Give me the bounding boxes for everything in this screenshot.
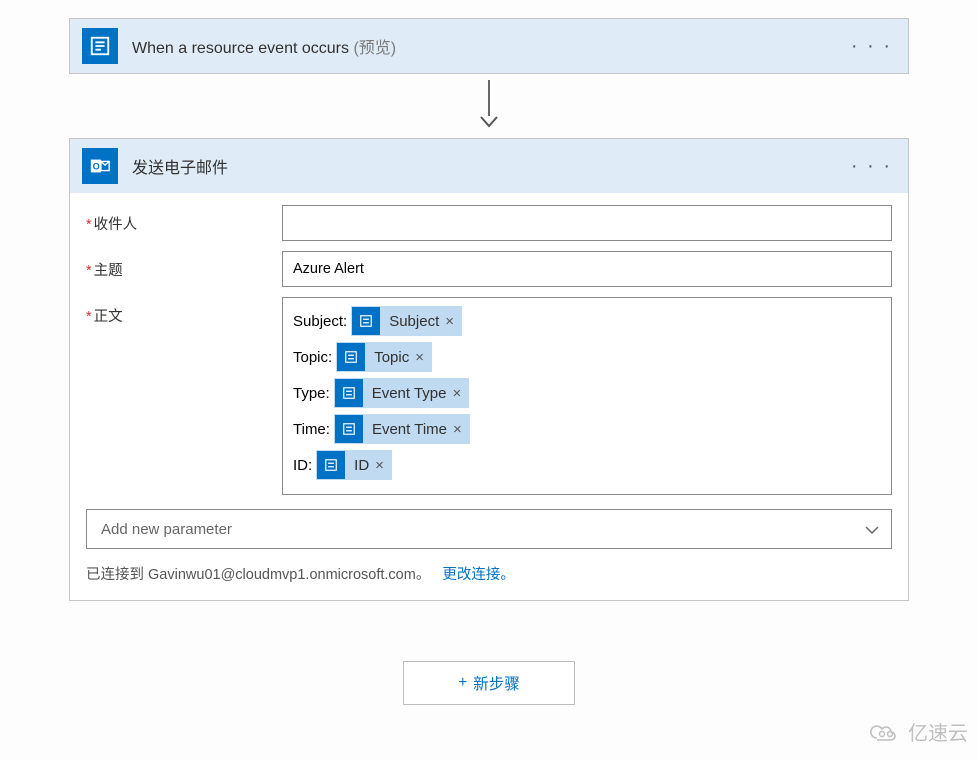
cloud-icon bbox=[868, 721, 902, 743]
connection-info: 已连接到 Gavinwu01@cloudmvp1.onmicrosoft.com… bbox=[86, 563, 892, 584]
token-id[interactable]: ID × bbox=[316, 450, 392, 480]
action-card: O 发送电子邮件 · · · *收件人 *主题 Azure Alert bbox=[69, 138, 909, 601]
token-event-time[interactable]: Event Time × bbox=[334, 414, 470, 444]
token-subject[interactable]: Subject × bbox=[351, 306, 462, 336]
connector-arrow bbox=[28, 80, 950, 128]
body-row: *正文 Subject: Subject × Topic: bbox=[86, 297, 892, 495]
eventgrid-icon bbox=[337, 343, 365, 371]
trigger-title: When a resource event occurs (预览) bbox=[132, 34, 847, 58]
token-remove-icon[interactable]: × bbox=[453, 421, 470, 438]
trigger-header[interactable]: When a resource event occurs (预览) · · · bbox=[70, 19, 908, 73]
subject-label: *主题 bbox=[86, 251, 282, 280]
recipient-label: *收件人 bbox=[86, 205, 282, 234]
eventgrid-icon bbox=[82, 28, 118, 64]
connection-account: Gavinwu01@cloudmvp1.onmicrosoft.com bbox=[148, 567, 416, 583]
trigger-card: When a resource event occurs (预览) · · · bbox=[69, 18, 909, 74]
change-connection-link[interactable]: 更改连接。 bbox=[442, 567, 515, 583]
new-step-button[interactable]: + 新步骤 bbox=[403, 661, 575, 705]
eventgrid-icon bbox=[317, 451, 345, 479]
plus-icon: + bbox=[458, 674, 467, 692]
action-more-button[interactable]: · · · bbox=[847, 151, 896, 182]
recipient-input[interactable] bbox=[282, 205, 892, 241]
arrow-down-icon bbox=[480, 116, 498, 128]
chevron-down-icon bbox=[865, 521, 879, 538]
body-input[interactable]: Subject: Subject × Topic: Topic bbox=[282, 297, 892, 495]
token-remove-icon[interactable]: × bbox=[415, 349, 432, 366]
svg-text:O: O bbox=[93, 162, 100, 172]
eventgrid-icon bbox=[352, 307, 380, 335]
body-line-topic: Topic: Topic × bbox=[293, 342, 881, 372]
body-line-time: Time: Event Time × bbox=[293, 414, 881, 444]
subject-row: *主题 Azure Alert bbox=[86, 251, 892, 287]
action-title: 发送电子邮件 bbox=[132, 154, 847, 178]
recipient-row: *收件人 bbox=[86, 205, 892, 241]
body-label: *正文 bbox=[86, 297, 282, 326]
token-remove-icon[interactable]: × bbox=[445, 313, 462, 330]
body-line-id: ID: ID × bbox=[293, 450, 881, 480]
body-line-subject: Subject: Subject × bbox=[293, 306, 881, 336]
outlook-icon: O bbox=[82, 148, 118, 184]
body-line-type: Type: Event Type × bbox=[293, 378, 881, 408]
token-remove-icon[interactable]: × bbox=[375, 457, 392, 474]
add-parameter-dropdown[interactable]: Add new parameter bbox=[86, 509, 892, 549]
subject-input[interactable]: Azure Alert bbox=[282, 251, 892, 287]
token-event-type[interactable]: Event Type × bbox=[334, 378, 470, 408]
token-topic[interactable]: Topic × bbox=[336, 342, 432, 372]
eventgrid-icon bbox=[335, 379, 363, 407]
trigger-more-button[interactable]: · · · bbox=[847, 31, 896, 62]
token-remove-icon[interactable]: × bbox=[452, 385, 469, 402]
eventgrid-icon bbox=[335, 415, 363, 443]
watermark: 亿速云 bbox=[868, 717, 968, 746]
action-header[interactable]: O 发送电子邮件 · · · bbox=[70, 139, 908, 193]
